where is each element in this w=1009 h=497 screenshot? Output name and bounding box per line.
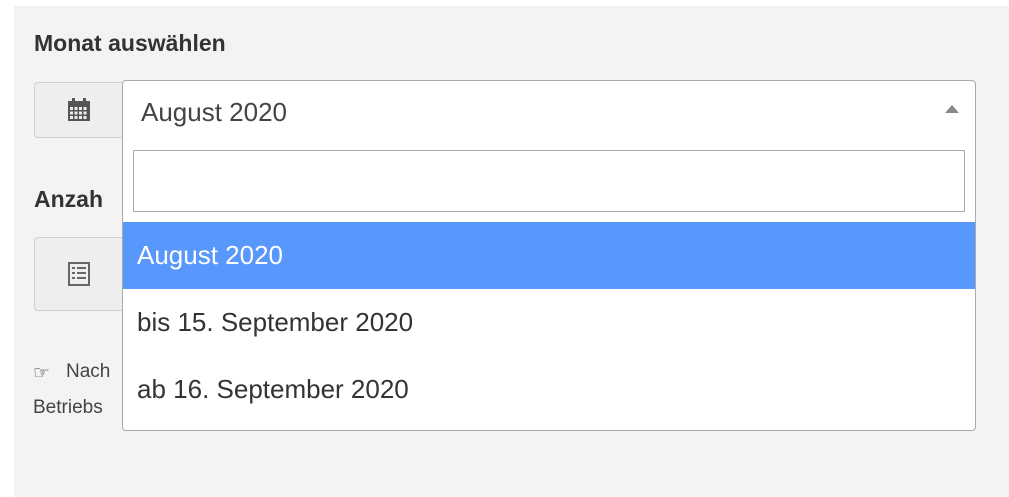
- calendar-icon: [67, 98, 90, 121]
- hint-text-line2: Betriebs: [33, 397, 103, 418]
- list-icon: [67, 262, 90, 286]
- count-label: Anzah: [34, 186, 103, 212]
- month-select-label: Monat auswählen: [34, 30, 226, 56]
- month-select-dropdown: August 2020 bis 15. September 2020 ab 16…: [122, 138, 976, 431]
- option-august-2020[interactable]: August 2020: [123, 222, 975, 289]
- month-select[interactable]: August 2020: [122, 80, 976, 139]
- calendar-addon: [34, 82, 122, 138]
- month-select-value: August 2020: [141, 97, 288, 127]
- hint-text: Nach: [66, 361, 111, 382]
- option-bis-15-september-2020[interactable]: bis 15. September 2020: [123, 289, 975, 356]
- option-ab-16-september-2020[interactable]: ab 16. September 2020: [123, 356, 975, 423]
- caret-up-icon[interactable]: [945, 105, 959, 113]
- option-list: August 2020 bis 15. September 2020 ab 16…: [123, 222, 975, 423]
- dropdown-search-input[interactable]: [133, 150, 965, 212]
- list-addon: [34, 237, 122, 311]
- pointing-hand-icon: ☞: [33, 363, 51, 384]
